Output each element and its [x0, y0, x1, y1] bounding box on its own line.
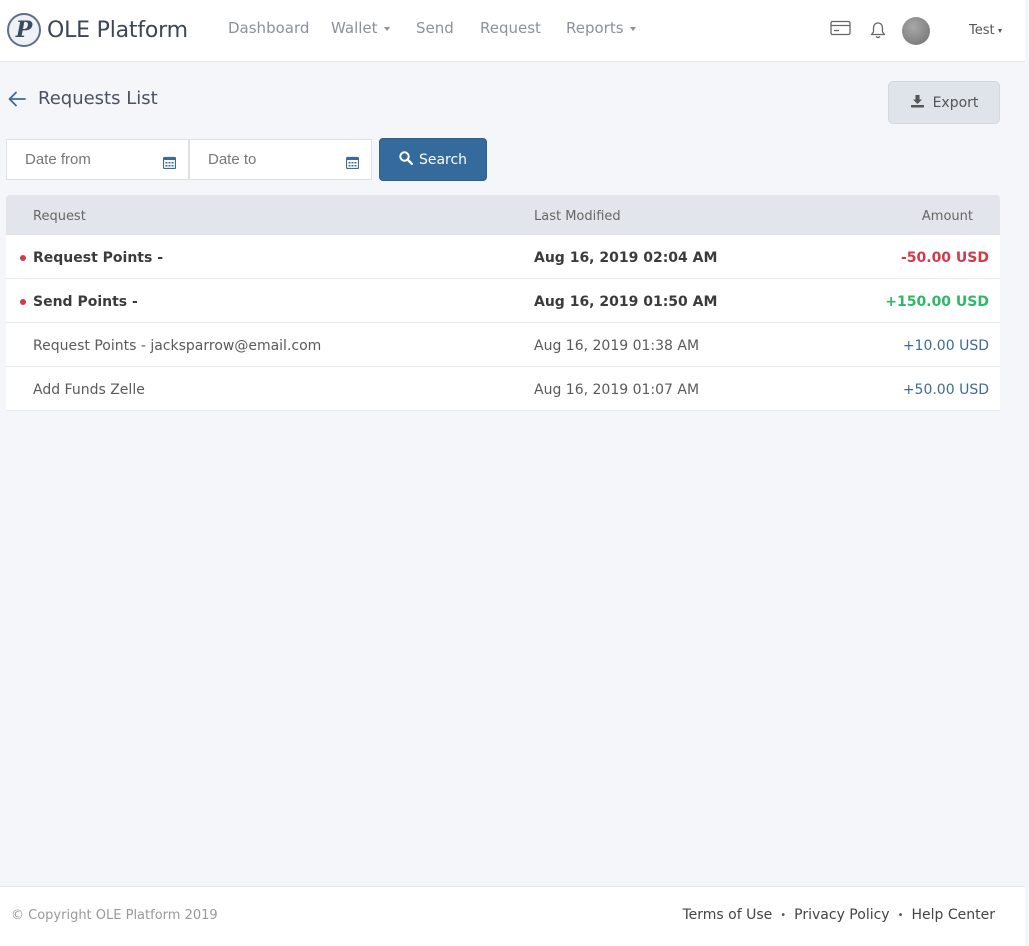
bell-icon[interactable] [869, 21, 887, 43]
date-from-input[interactable]: Date from [6, 139, 189, 180]
top-navbar: P OLE Platform Dashboard Wallet Send Req… [0, 0, 1025, 62]
separator: • [897, 909, 904, 921]
modified-cell: Aug 16, 2019 02:04 AM [534, 250, 718, 266]
nav-wallet-label: Wallet [331, 19, 378, 37]
avatar[interactable] [902, 17, 930, 45]
unread-indicator [20, 299, 26, 305]
amount-cell: -50.00 USD [900, 250, 989, 266]
search-label: Search [418, 151, 468, 168]
column-header-request[interactable]: Request [33, 209, 86, 224]
caret-down-icon [383, 26, 390, 31]
requests-table: Request Last Modified Amount Request Poi… [6, 195, 1000, 411]
nav-request[interactable]: Request [480, 19, 541, 37]
help-center-link[interactable]: Help Center [912, 907, 996, 923]
unread-indicator [20, 255, 26, 261]
search-icon [399, 150, 413, 169]
modified-cell: Aug 16, 2019 01:07 AM [534, 382, 700, 398]
nav-send[interactable]: Send [416, 19, 454, 37]
page-title: Requests List [38, 88, 158, 109]
terms-link[interactable]: Terms of Use [682, 907, 772, 923]
table-row[interactable]: Send Points - Aug 16, 2019 01:50 AM +150… [6, 279, 1000, 323]
caret-down-icon [629, 26, 636, 31]
amount-cell: +10.00 USD [902, 338, 989, 354]
table-row[interactable]: Add Funds Zelle Aug 16, 2019 01:07 AM +5… [6, 367, 1000, 411]
footer: © Copyright OLE Platform 2019 Terms of U… [0, 886, 1025, 946]
date-to-input[interactable]: Date to [189, 139, 372, 180]
request-cell: Request Points - jacksparrow@email.com [33, 338, 322, 354]
modified-cell: Aug 16, 2019 01:38 AM [534, 338, 700, 354]
copyright-text: © Copyright OLE Platform 2019 [11, 908, 218, 923]
footer-links: Terms of Use • Privacy Policy • Help Cen… [682, 907, 995, 923]
export-label: Export [932, 94, 979, 111]
search-button[interactable]: Search [379, 138, 487, 181]
brand-logo[interactable]: P OLE Platform [7, 13, 188, 47]
user-name: Test [969, 23, 995, 38]
nav-wallet[interactable]: Wallet [331, 19, 390, 37]
privacy-link[interactable]: Privacy Policy [794, 907, 889, 923]
calendar-icon[interactable] [345, 154, 360, 173]
modified-cell: Aug 16, 2019 01:50 AM [534, 294, 718, 310]
user-menu[interactable]: Test [969, 23, 1002, 38]
export-button[interactable]: Export [888, 81, 1000, 124]
calendar-icon[interactable] [162, 154, 177, 173]
column-header-last-modified[interactable]: Last Modified [534, 209, 621, 224]
amount-cell: +50.00 USD [902, 382, 989, 398]
brand-name: OLE Platform [47, 17, 188, 43]
caret-down-icon [997, 28, 1002, 33]
logo-mark: P [7, 13, 41, 47]
date-from-placeholder: Date from [25, 151, 91, 168]
nav-dashboard[interactable]: Dashboard [228, 19, 309, 37]
request-cell: Add Funds Zelle [33, 382, 145, 398]
request-cell: Request Points - [33, 250, 164, 266]
table-row[interactable]: Request Points - Aug 16, 2019 02:04 AM -… [6, 235, 1000, 279]
column-header-amount[interactable]: Amount [922, 209, 973, 224]
table-header: Request Last Modified Amount [6, 195, 1000, 235]
request-cell: Send Points - [33, 294, 138, 310]
credit-card-icon[interactable] [830, 20, 851, 40]
separator: • [780, 909, 787, 921]
table-row[interactable]: Request Points - jacksparrow@email.com A… [6, 323, 1000, 367]
nav-reports[interactable]: Reports [566, 19, 636, 37]
download-icon [910, 94, 925, 112]
amount-cell: +150.00 USD [885, 294, 989, 310]
date-to-placeholder: Date to [208, 151, 257, 168]
back-arrow-icon[interactable] [7, 89, 27, 113]
nav-reports-label: Reports [566, 19, 624, 37]
